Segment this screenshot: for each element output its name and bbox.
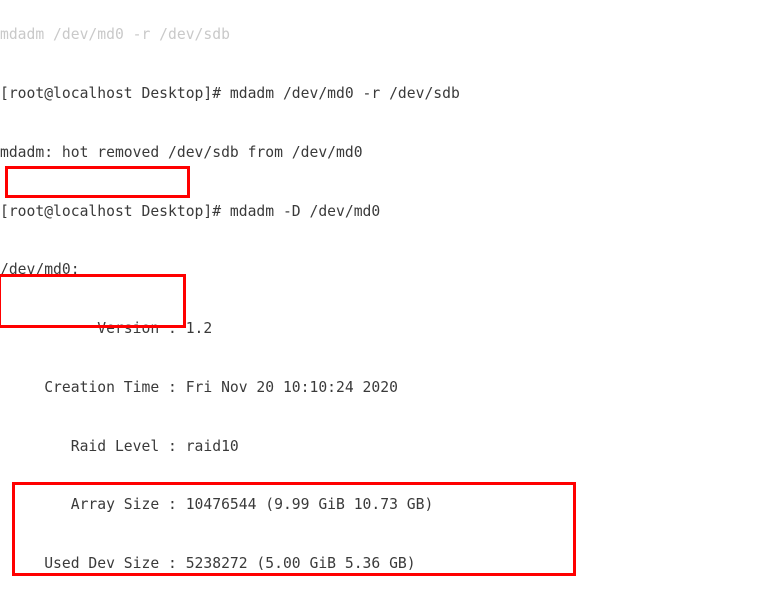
terminal-line-1: mdadm: hot removed /dev/sdb from /dev/md… — [0, 143, 363, 161]
terminal-window[interactable]: mdadm /dev/md0 -r /dev/sdb [root@localho… — [0, 0, 782, 600]
terminal-line-0: [root@localhost Desktop]# mdadm /dev/md0… — [0, 84, 460, 102]
terminal-line-7: Array Size : 10476544 (9.99 GiB 10.73 GB… — [0, 496, 434, 514]
terminal-output[interactable]: mdadm /dev/md0 -r /dev/sdb [root@localho… — [0, 0, 734, 600]
terminal-line-3: /dev/md0: — [0, 261, 80, 279]
terminal-line-2: [root@localhost Desktop]# mdadm -D /dev/… — [0, 202, 381, 220]
terminal-line-5: Creation Time : Fri Nov 20 10:10:24 2020 — [0, 378, 398, 396]
terminal-line-clipped: mdadm /dev/md0 -r /dev/sdb — [0, 26, 230, 44]
terminal-line-6: Raid Level : raid10 — [0, 437, 239, 455]
terminal-line-8: Used Dev Size : 5238272 (5.00 GiB 5.36 G… — [0, 555, 416, 573]
terminal-line-4: Version : 1.2 — [0, 320, 213, 338]
